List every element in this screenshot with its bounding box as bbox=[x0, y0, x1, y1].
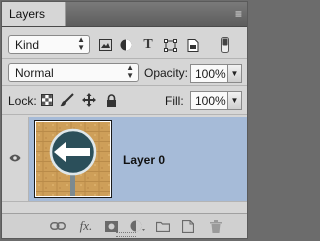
layer-name[interactable]: Layer 0 bbox=[123, 153, 165, 167]
blend-mode-select[interactable]: Normal ▲ ▼ bbox=[8, 63, 139, 82]
panel-bottom-bar: fx. bbox=[2, 213, 247, 238]
select-arrows-icon: ▲ ▼ bbox=[77, 35, 85, 52]
blend-row: Normal ▲ ▼ Opacity: 100% ▼ bbox=[2, 59, 247, 86]
layer-row[interactable]: Layer 0 bbox=[2, 117, 247, 202]
lock-label: Lock: bbox=[8, 94, 37, 108]
panel-tab-bar: Layers ≡ bbox=[2, 2, 247, 27]
tab-label: Layers bbox=[9, 7, 46, 21]
layers-list: Layer 0 bbox=[2, 115, 247, 215]
lock-position-icon[interactable] bbox=[82, 93, 96, 107]
select-arrows-icon: ▲ ▼ bbox=[126, 63, 134, 80]
lock-image-pixels-icon[interactable] bbox=[60, 93, 74, 107]
visibility-toggle[interactable] bbox=[2, 117, 29, 201]
filter-row: Kind ▲ ▼ T bbox=[2, 30, 247, 59]
lock-row: Lock: Fill: 100% ▼ bbox=[2, 86, 247, 115]
smart-object-filter-icon[interactable] bbox=[186, 38, 200, 52]
opacity-input[interactable]: 100% bbox=[190, 64, 228, 83]
filter-toggle-icon[interactable] bbox=[220, 37, 230, 53]
opacity-dropdown-icon[interactable]: ▼ bbox=[227, 64, 242, 83]
layers-panel: Layers ≡ Kind ▲ ▼ T Normal ▲ ▼ Opacity: … bbox=[1, 1, 248, 239]
adjustment-layer-icon[interactable] bbox=[129, 219, 145, 233]
fill-dropdown-icon[interactable]: ▼ bbox=[227, 91, 242, 110]
kind-filter-value: Kind bbox=[15, 38, 40, 52]
tab-layers[interactable]: Layers bbox=[2, 2, 66, 26]
add-mask-icon[interactable] bbox=[103, 219, 119, 233]
link-layers-icon[interactable] bbox=[50, 219, 66, 233]
fx-icon[interactable]: fx. bbox=[78, 218, 94, 233]
fill-input[interactable]: 100% bbox=[190, 91, 228, 110]
shape-filter-icon[interactable] bbox=[163, 38, 177, 52]
panel-menu-icon[interactable]: ≡ bbox=[235, 7, 242, 21]
opacity-label: Opacity: bbox=[144, 66, 189, 80]
resize-grip[interactable] bbox=[116, 232, 136, 237]
eye-icon bbox=[9, 153, 21, 165]
new-layer-icon[interactable] bbox=[180, 219, 196, 233]
layer-thumbnail-image bbox=[36, 122, 110, 196]
lock-transparent-pixels-icon[interactable] bbox=[40, 93, 54, 107]
kind-filter-select[interactable]: Kind ▲ ▼ bbox=[8, 35, 90, 54]
lock-all-icon[interactable] bbox=[104, 93, 118, 107]
type-filter-icon[interactable]: T bbox=[141, 37, 155, 52]
blend-mode-value: Normal bbox=[15, 66, 54, 80]
new-group-icon[interactable] bbox=[155, 219, 171, 233]
trash-icon[interactable] bbox=[208, 219, 224, 233]
fill-label: Fill: bbox=[165, 94, 184, 108]
image-filter-icon[interactable] bbox=[98, 38, 112, 52]
layer-thumbnail[interactable] bbox=[34, 120, 112, 198]
adjustment-filter-icon[interactable] bbox=[119, 38, 133, 52]
